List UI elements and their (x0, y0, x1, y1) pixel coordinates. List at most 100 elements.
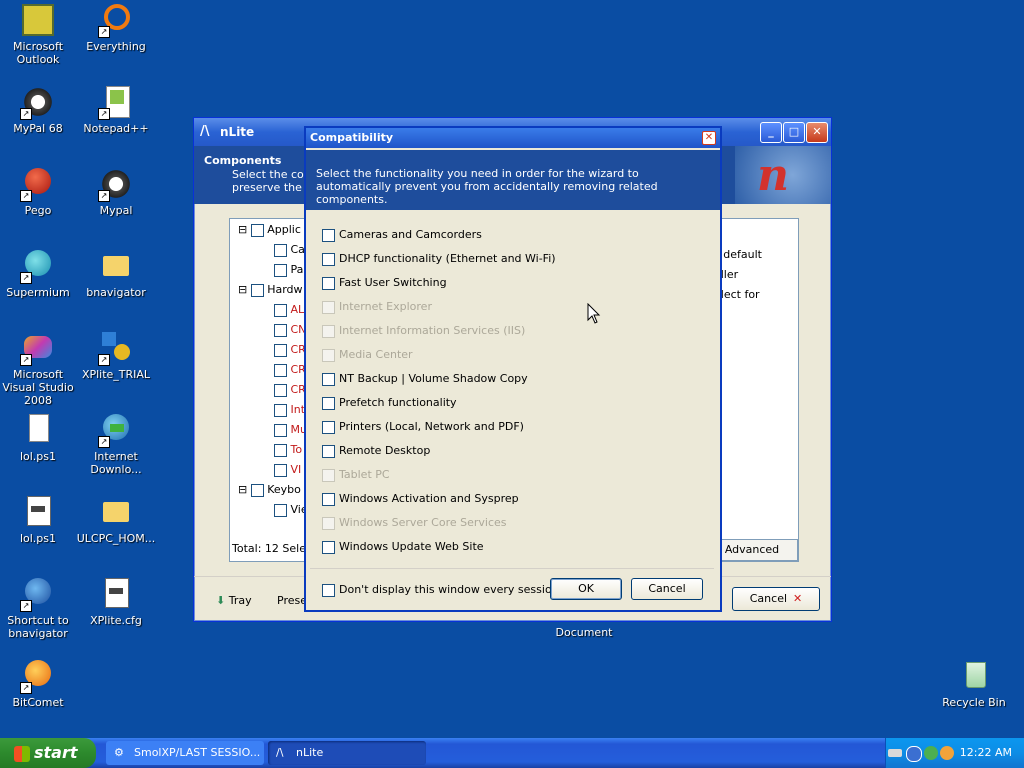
desktop-icon-idm[interactable]: ↗ Internet Downlo... (76, 414, 156, 476)
tree-item[interactable]: CR (274, 363, 306, 377)
checkbox[interactable] (250, 283, 264, 297)
desktop-icon-hidden-document[interactable]: Document (544, 626, 624, 639)
tree-item[interactable]: To (274, 443, 302, 457)
desktop-icon-mypal68[interactable]: ↗ MyPal 68 (0, 86, 78, 135)
checkbox[interactable] (274, 243, 287, 257)
notepadpp-icon: ↗ (98, 86, 132, 120)
option-printers[interactable]: Printers (Local, Network and PDF) (322, 420, 524, 434)
dont-display-checkbox[interactable]: Don't display this window every session (322, 583, 559, 597)
dialog-titlebar[interactable]: Compatibility ✕ (306, 128, 720, 148)
checkbox[interactable] (274, 323, 287, 337)
taskbar-item-nlite[interactable]: /\ nLite (268, 741, 426, 765)
desktop-icon-supermium[interactable]: ↗ Supermium (0, 250, 78, 299)
tree-item[interactable]: Pa (274, 263, 303, 277)
desktop-icon-label: Notepad++ (83, 122, 149, 135)
checkbox[interactable] (322, 540, 335, 554)
desktop-icon-mypal[interactable]: ↗ Mypal (76, 168, 156, 217)
desktop-icon-xplite-cfg[interactable]: XPlite.cfg (76, 578, 156, 627)
keyboard-icon[interactable] (888, 749, 902, 757)
desktop-icon-bitcomet[interactable]: ↗ BitComet (0, 660, 78, 709)
checkbox[interactable] (322, 420, 335, 434)
nlite-logo-glyph: n (757, 150, 789, 201)
desktop-icon-recycle-bin[interactable]: Recycle Bin (934, 660, 1014, 709)
desktop-icon-visual-studio[interactable]: ↗ Microsoft Visual Studio 2008 (0, 332, 78, 407)
desktop-icon-bnavigator[interactable]: bnavigator (76, 250, 156, 299)
close-button[interactable]: ✕ (806, 122, 828, 143)
checkbox[interactable] (274, 443, 287, 457)
maximize-button[interactable]: □ (783, 122, 805, 143)
shortcut-arrow-icon: ↗ (20, 600, 32, 612)
dialog-close-icon[interactable]: ✕ (702, 131, 716, 145)
checkbox[interactable] (274, 503, 287, 517)
checkbox[interactable] (322, 252, 335, 266)
checkbox[interactable] (322, 396, 335, 410)
network-icon[interactable] (924, 746, 938, 760)
expand-icon[interactable]: ⊟ (238, 283, 247, 296)
option-remote-desktop[interactable]: Remote Desktop (322, 444, 430, 458)
checkbox[interactable] (274, 423, 287, 437)
tray-expand-icon[interactable] (906, 746, 922, 762)
expand-icon[interactable]: ⊟ (238, 483, 247, 496)
dialog-separator (310, 568, 714, 569)
expand-icon[interactable]: ⊟ (238, 223, 247, 236)
checkbox[interactable] (322, 276, 335, 290)
checkbox[interactable] (274, 463, 287, 477)
option-windows-update[interactable]: Windows Update Web Site (322, 540, 484, 554)
desktop-icon-notepadpp[interactable]: ↗ Notepad++ (76, 86, 156, 135)
mypal-icon: ↗ (20, 86, 54, 120)
start-button[interactable]: start (0, 738, 96, 768)
checkbox[interactable] (274, 363, 287, 377)
checkbox[interactable] (274, 383, 287, 397)
checkbox[interactable] (274, 303, 287, 317)
checkbox[interactable] (274, 263, 287, 277)
option-media-center: Media Center (322, 348, 413, 362)
tree-item[interactable]: Int (274, 403, 305, 417)
desktop-icon-lol-ps1-script[interactable]: lol.ps1 (0, 496, 78, 545)
option-dhcp[interactable]: DHCP functionality (Ethernet and Wi-Fi) (322, 252, 556, 266)
minimize-button[interactable]: _ (760, 122, 782, 143)
checkbox[interactable] (250, 483, 264, 497)
tree-item[interactable]: AL (274, 303, 304, 317)
checkbox[interactable] (250, 223, 264, 237)
checkbox[interactable] (322, 372, 335, 386)
option-fast-user-switching[interactable]: Fast User Switching (322, 276, 447, 290)
nlite-cancel-button[interactable]: Cancel ✕ (732, 587, 820, 611)
option-iis: Internet Information Services (IIS) (322, 324, 525, 338)
tree-item[interactable]: ⊟ Applic (238, 223, 301, 237)
tree-item[interactable]: Ca (274, 243, 305, 257)
checkbox[interactable] (322, 583, 335, 597)
checkbox[interactable] (322, 228, 335, 242)
tray-button[interactable]: ⬇ Tray (216, 594, 252, 607)
option-cameras[interactable]: Cameras and Camcorders (322, 228, 482, 242)
option-nt-backup[interactable]: NT Backup | Volume Shadow Copy (322, 372, 528, 386)
checkbox[interactable] (322, 444, 335, 458)
desktop-icon-pego[interactable]: ↗ Pego (0, 168, 78, 217)
desktop-icon-xplite[interactable]: ↗ XPlite_TRIAL (76, 332, 156, 381)
desktop-icon-outlook[interactable]: Microsoft Outlook (0, 4, 78, 66)
desktop-icon-everything[interactable]: ↗ Everything (76, 4, 156, 53)
desktop-icon-lol-ps1[interactable]: lol.ps1 (0, 414, 78, 463)
tree-item[interactable]: CR (274, 343, 306, 357)
checkbox[interactable] (274, 403, 287, 417)
tree-item[interactable]: Mu (274, 423, 307, 437)
folder-icon (100, 250, 132, 282)
tree-item[interactable]: ⊟ Hardw (238, 283, 303, 297)
tree-item[interactable]: CR (274, 383, 306, 397)
desktop-icon-ulcpc[interactable]: ULCPC_HOM... (76, 496, 156, 545)
checkbox[interactable] (274, 343, 287, 357)
tree-item[interactable]: Vie (274, 503, 308, 517)
checkbox[interactable] (322, 492, 335, 506)
taskbar-item-smolxp[interactable]: ⚙ SmolXP/LAST SESSIO... (106, 741, 264, 765)
presets-button[interactable]: Prese (277, 594, 307, 607)
tree-item[interactable]: VI (274, 463, 301, 477)
volume-icon[interactable] (940, 746, 954, 760)
option-windows-activation[interactable]: Windows Activation and Sysprep (322, 492, 519, 506)
tree-item[interactable]: ⊟ Keybo (238, 483, 301, 497)
option-prefetch[interactable]: Prefetch functionality (322, 396, 457, 410)
desktop-icon-label: Document (555, 626, 613, 639)
tree-item[interactable]: CN (274, 323, 306, 337)
ok-button[interactable]: OK (550, 578, 622, 600)
clock[interactable]: 12:22 AM (960, 746, 1012, 759)
cancel-button[interactable]: Cancel (631, 578, 703, 600)
desktop-icon-shortcut-bnavigator[interactable]: ↗ Shortcut to bnavigator (0, 578, 78, 640)
